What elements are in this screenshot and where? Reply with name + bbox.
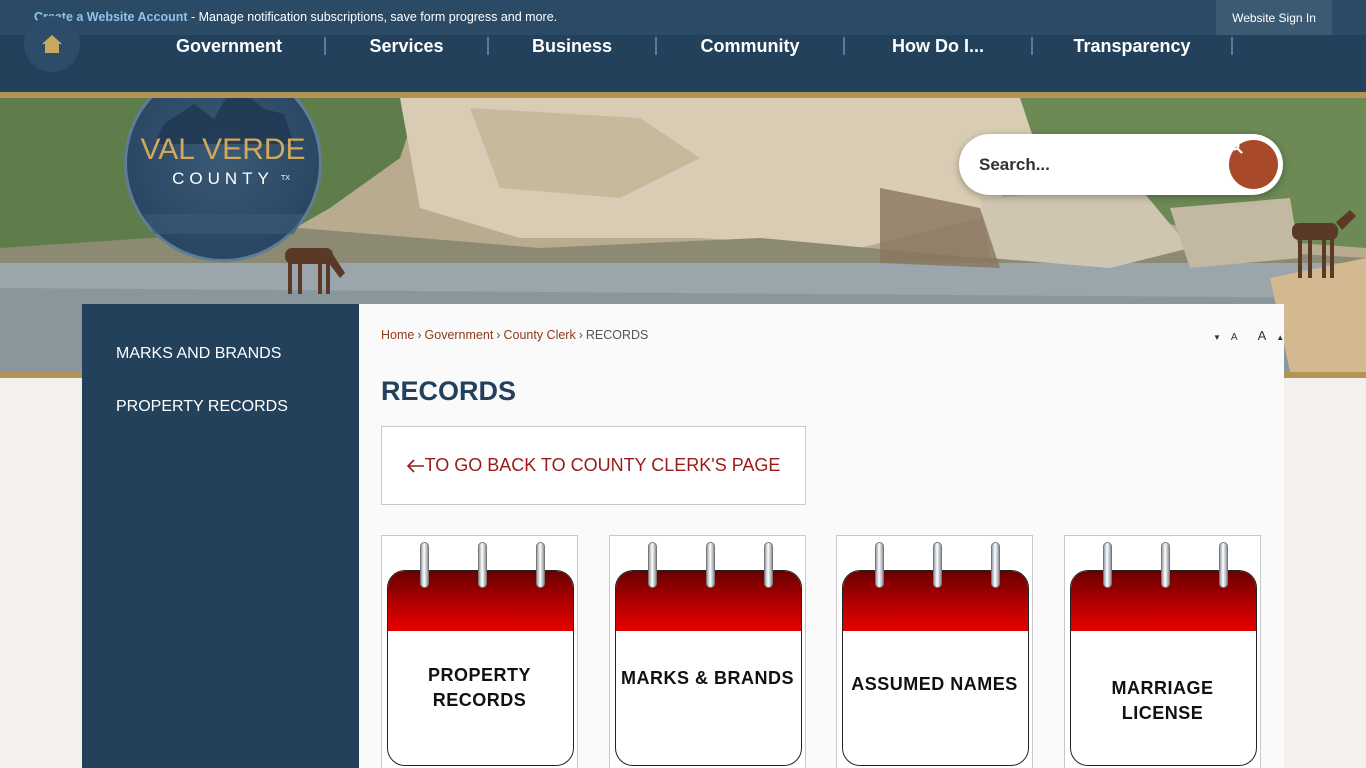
calendar-ring [1103,542,1112,588]
calendar-ring [1219,542,1228,588]
calendar-ring [933,542,942,588]
website-sign-in-button[interactable]: Website Sign In [1216,0,1332,35]
calendar-ring [706,542,715,588]
card-label-line1: ASSUMED NAMES [851,674,1018,694]
back-to-clerk-box: TO GO BACK TO COUNTY CLERK'S PAGE [381,426,806,505]
calendar-ring [478,542,487,588]
back-to-clerk-link[interactable]: TO GO BACK TO COUNTY CLERK'S PAGE [406,455,781,476]
calendar-ring [536,542,545,588]
card-label-line2: LICENSE [1121,703,1204,723]
breadcrumb-government[interactable]: Government [425,328,494,342]
card-assumed-names[interactable]: ASSUMED NAMES [836,535,1033,768]
nav-item-business[interactable]: Business [489,35,655,57]
card-label-line1: MARRIAGE [1111,678,1214,698]
caret-up-icon: ▲ [1276,333,1285,342]
breadcrumb-county-clerk[interactable]: County Clerk [503,328,575,342]
nav-item-community[interactable]: Community [657,35,843,57]
breadcrumb-home[interactable]: Home [381,328,414,342]
increase-text-button[interactable]: A ▲ [1258,328,1295,343]
card-label-line1: MARKS & BRANDS [621,668,794,688]
sidebar-item-marks-and-brands[interactable]: MARKS AND BRANDS [116,345,281,363]
logo-state: TX [281,175,290,182]
notification-text: - Manage notification subscriptions, sav… [187,10,558,24]
card-label-line2: RECORDS [432,690,527,710]
breadcrumb: Home › Government › County Clerk › RECORDS [381,328,648,342]
card-property-records[interactable]: PROPERTY RECORDS [381,535,578,768]
logo-title-line2: COUNTY [172,169,274,188]
main-content: Home › Government › County Clerk › RECORDS ▼ A A… [359,304,1284,768]
calendar-ring [648,542,657,588]
breadcrumb-separator: › [417,328,422,342]
county-logo[interactable]: VAL VERDE COUNTY TX [124,98,322,262]
page-title: RECORDS [381,376,517,406]
calendar-ring [875,542,884,588]
arrow-left-icon [406,458,424,473]
notification-bar: Create a Website Account - Manage notifi… [0,0,1366,35]
nav-menu: Government Services Business Community H… [134,35,1233,57]
decrease-text-button[interactable]: ▼ A [1213,328,1248,343]
logo-title-line1: VAL VERDE [140,133,306,166]
calendar-ring [1161,542,1170,588]
site-search [959,134,1283,195]
calendar-ring [420,542,429,588]
calendar-ring [991,542,1000,588]
card-marks-and-brands[interactable]: MARKS & BRANDS [609,535,806,768]
sidebar-item-property-records[interactable]: PROPERTY RECORDS [116,398,288,416]
search-button[interactable] [1229,140,1278,189]
main-navigation-bar: Government Services Business Community H… [0,16,1366,92]
calendar-icon [842,570,1029,766]
search-icon [1229,140,1243,154]
nav-divider [1231,37,1233,55]
home-icon [42,35,62,53]
nav-item-how-do-i[interactable]: How Do I... [845,35,1031,57]
breadcrumb-current: RECORDS [585,328,649,342]
text-resize-controls: ▼ A A ▲ [1213,328,1304,343]
calendar-ring [764,542,773,588]
search-input[interactable] [979,152,1209,177]
nav-item-government[interactable]: Government [134,35,324,57]
card-marriage-license[interactable]: MARRIAGE LICENSE [1064,535,1261,768]
back-link-label: TO GO BACK TO COUNTY CLERK'S PAGE [424,455,781,475]
calendar-icon [1070,570,1257,766]
sidebar: MARKS AND BRANDS PROPERTY RECORDS [82,304,359,768]
nav-item-services[interactable]: Services [326,35,487,57]
caret-down-icon: ▼ [1213,333,1221,342]
card-label-line1: PROPERTY [427,665,532,685]
notification-message: Create a Website Account - Manage notifi… [34,10,557,24]
home-button[interactable] [24,16,80,72]
breadcrumb-separator: › [578,328,583,342]
nav-item-transparency[interactable]: Transparency [1033,35,1231,57]
breadcrumb-separator: › [496,328,501,342]
